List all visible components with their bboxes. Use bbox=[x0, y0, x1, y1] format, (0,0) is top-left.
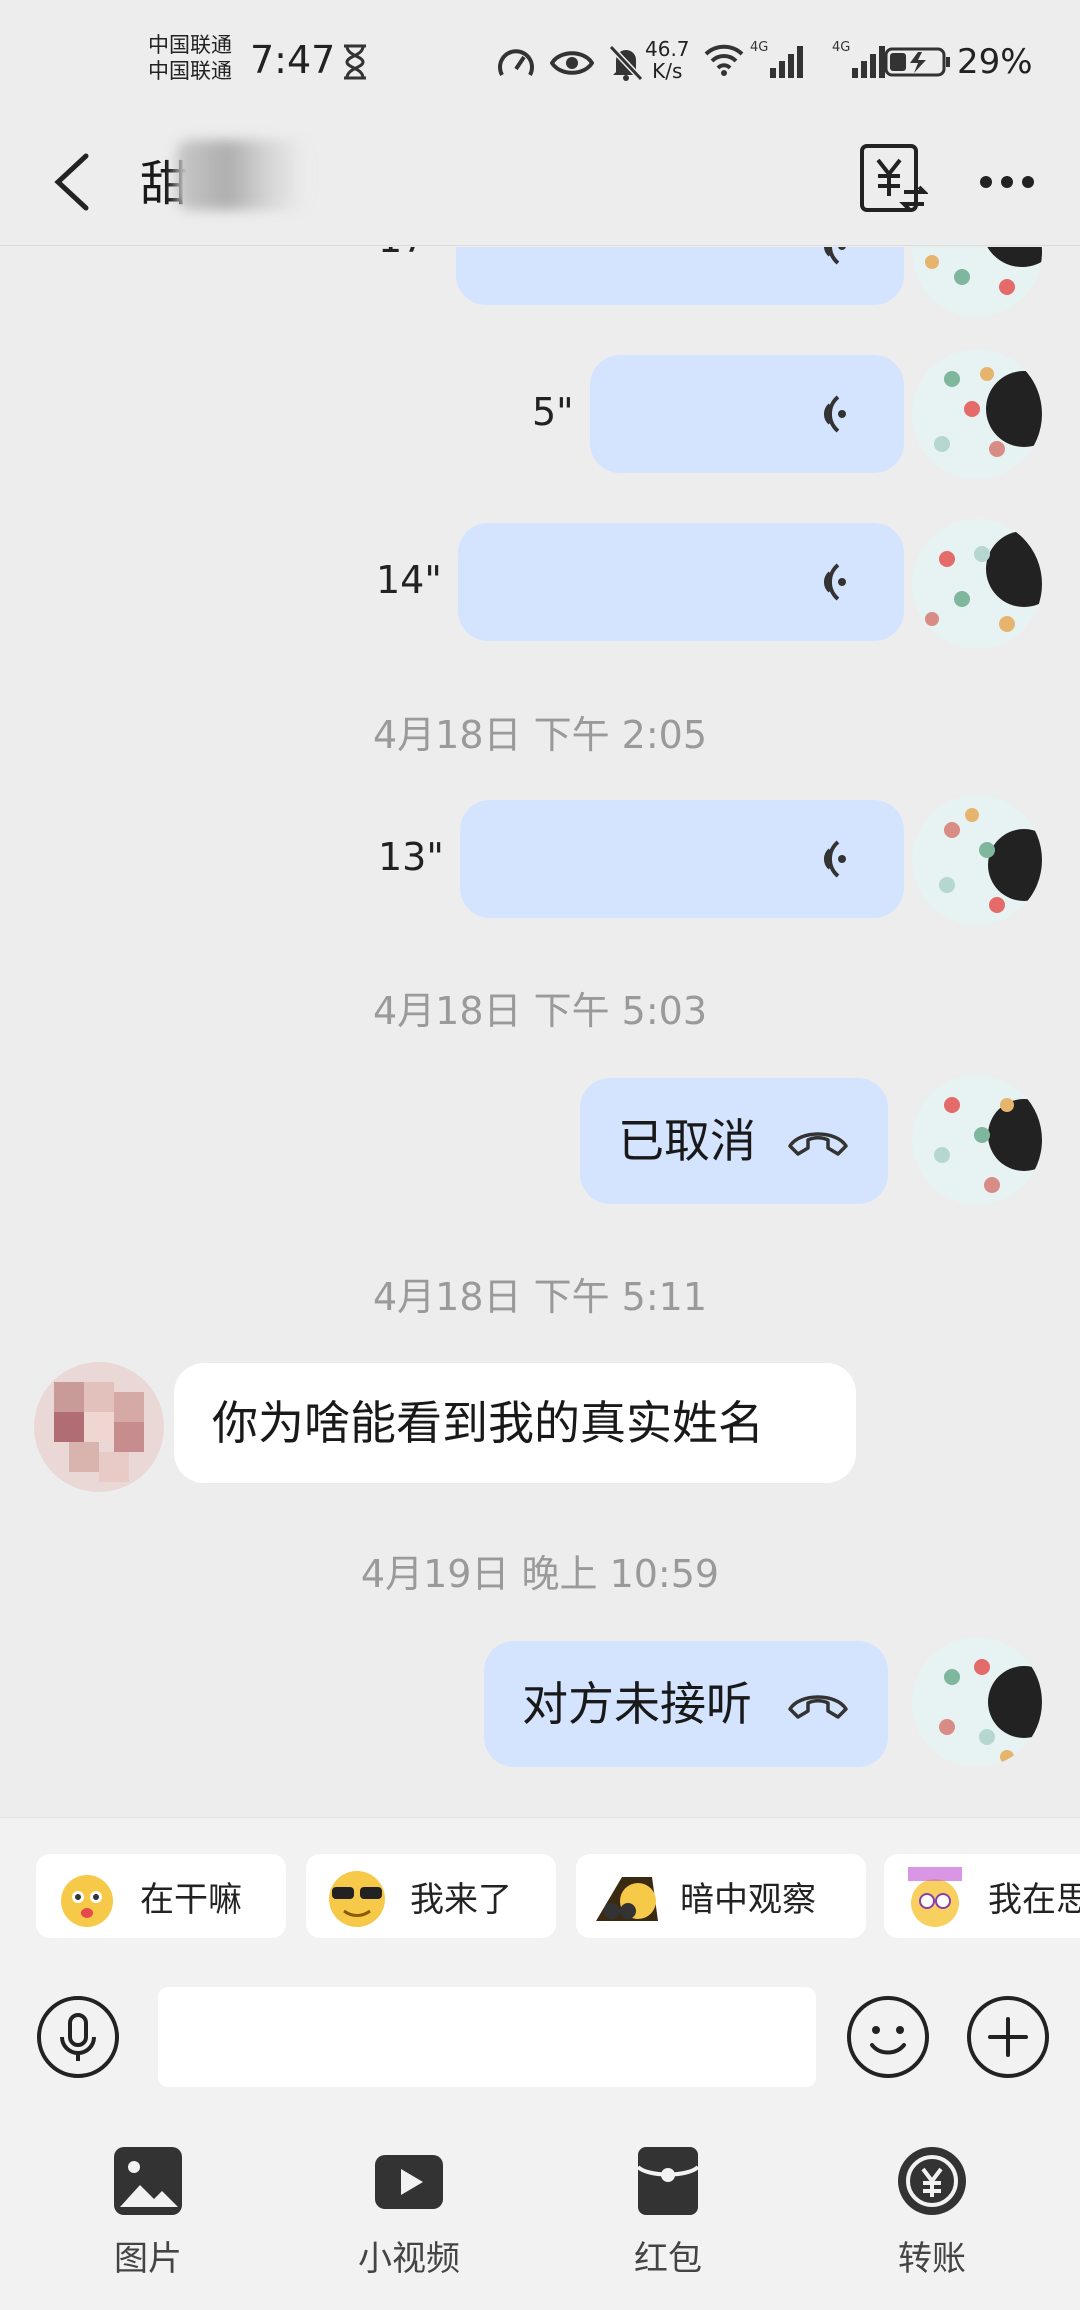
image-icon bbox=[114, 2147, 182, 2215]
tool-panel: 图片 小视频 红包 转账 bbox=[0, 2097, 1080, 2310]
incoming-message-text: 你为啥能看到我的真实姓名 bbox=[212, 1396, 764, 1450]
back-button[interactable] bbox=[44, 142, 104, 222]
my-avatar[interactable] bbox=[912, 519, 1042, 649]
video-icon bbox=[375, 2155, 443, 2209]
voice-duration: 17" bbox=[378, 247, 444, 261]
quick-sticker-chip[interactable]: 暗中观察 bbox=[576, 1854, 866, 1938]
speedometer-icon bbox=[498, 49, 534, 76]
input-bar bbox=[0, 1977, 1080, 2097]
call-record-bubble[interactable]: 已取消 bbox=[580, 1078, 888, 1204]
quick-sticker-chip[interactable]: 在干嘛 bbox=[36, 1854, 286, 1938]
binoculars-peek-emoji bbox=[596, 1877, 658, 1921]
plus-icon[interactable] bbox=[966, 1995, 1050, 2079]
signal-2-tag: 4G bbox=[832, 40, 851, 55]
quick-sticker-label: 我来了 bbox=[410, 1879, 512, 1920]
carrier-1: 中国联通 bbox=[148, 33, 232, 57]
more-dots-icon[interactable] bbox=[978, 164, 1036, 200]
message-timestamp: 4月18日 下午 2:05 bbox=[372, 713, 708, 757]
voice-wave-icon bbox=[823, 395, 846, 433]
my-avatar[interactable] bbox=[912, 1075, 1042, 1205]
bell-off-icon bbox=[608, 44, 644, 82]
eye-icon bbox=[550, 51, 594, 75]
chat-header: 甜 bbox=[0, 120, 1080, 246]
my-avatar[interactable] bbox=[912, 795, 1042, 925]
tool-image[interactable]: 图片 bbox=[78, 2145, 218, 2280]
quick-sticker-chip[interactable]: 我在思考 bbox=[884, 1854, 1080, 1938]
quick-sticker-label: 我在思考 bbox=[988, 1879, 1080, 1920]
quick-sticker-label: 暗中观察 bbox=[680, 1879, 816, 1920]
voice-wave-icon bbox=[824, 247, 846, 265]
message-input[interactable] bbox=[158, 1987, 816, 2087]
microphone-icon[interactable] bbox=[36, 1995, 120, 2079]
tool-label: 图片 bbox=[114, 2239, 182, 2279]
my-avatar[interactable] bbox=[912, 1637, 1042, 1767]
status-bar: 中国联通 中国联通 7:47 46.7 K/s 4G 4G 29% bbox=[0, 0, 1080, 120]
thinking-face-emoji bbox=[908, 1867, 962, 1927]
carrier-names: 中国联通 中国联通 bbox=[148, 32, 232, 84]
voice-message-bubble[interactable] bbox=[460, 800, 904, 918]
signal-icon bbox=[770, 46, 803, 78]
incoming-text-bubble[interactable]: 你为啥能看到我的真实姓名 bbox=[174, 1363, 856, 1483]
my-avatar[interactable] bbox=[912, 247, 1042, 317]
voice-message-bubble[interactable] bbox=[458, 523, 904, 641]
tool-label: 红包 bbox=[634, 2239, 702, 2279]
message-timestamp: 4月18日 下午 5:03 bbox=[372, 989, 708, 1033]
quick-sticker-chip[interactable]: 我来了 bbox=[306, 1854, 556, 1938]
transfer-icon bbox=[898, 2147, 966, 2215]
phone-hangup-icon bbox=[788, 1132, 848, 1156]
phone-hangup-icon bbox=[788, 1695, 848, 1719]
quick-sticker-bar: 在干嘛 我来了 暗中观察 我在思考 bbox=[0, 1817, 1080, 1977]
smiley-icon[interactable] bbox=[846, 1995, 930, 2079]
contact-avatar[interactable] bbox=[34, 1362, 164, 1492]
voice-duration: 14" bbox=[376, 558, 442, 602]
waving-face-emoji bbox=[61, 1875, 113, 1927]
carrier-2: 中国联通 bbox=[148, 59, 232, 83]
tool-red-packet[interactable]: 红包 bbox=[598, 2145, 738, 2280]
status-icons bbox=[496, 38, 644, 88]
title-name-mosaic bbox=[176, 140, 306, 210]
red-packet-icon bbox=[636, 2147, 700, 2215]
tool-label: 小视频 bbox=[358, 2239, 460, 2279]
call-record-text: 对方未接听 bbox=[522, 1677, 752, 1731]
message-timestamp: 4月18日 下午 5:11 bbox=[372, 1275, 708, 1319]
tool-video[interactable]: 小视频 bbox=[339, 2145, 479, 2280]
call-record-text: 已取消 bbox=[618, 1114, 756, 1168]
clock: 7:47 bbox=[250, 38, 336, 82]
tool-transfer[interactable]: 转账 bbox=[862, 2145, 1002, 2280]
voice-duration: 13" bbox=[378, 835, 444, 879]
voice-wave-icon bbox=[823, 840, 846, 878]
battery-charging-icon bbox=[884, 47, 950, 77]
quick-sticker-label: 在干嘛 bbox=[140, 1879, 242, 1920]
message-list[interactable]: 17" 5" 14" 4月18日 下午 2:05 13" bbox=[0, 247, 1080, 1817]
tool-label: 转账 bbox=[898, 2239, 966, 2279]
call-record-bubble[interactable]: 对方未接听 bbox=[484, 1641, 888, 1767]
hourglass-icon bbox=[344, 44, 366, 80]
sunglasses-face-emoji bbox=[329, 1871, 385, 1927]
voice-message-bubble[interactable] bbox=[590, 355, 904, 473]
net-speed: 46.7 K/s bbox=[645, 38, 690, 82]
net-speed-unit: K/s bbox=[652, 59, 683, 83]
voice-message-bubble[interactable] bbox=[456, 247, 904, 305]
battery-level: 29% bbox=[957, 42, 1033, 82]
voice-duration: 5" bbox=[532, 390, 574, 434]
voice-wave-icon bbox=[823, 563, 846, 601]
yuan-transfer-icon[interactable] bbox=[858, 140, 928, 224]
signal-1-tag: 4G bbox=[750, 40, 769, 55]
my-avatar[interactable] bbox=[912, 349, 1042, 479]
net-speed-value: 46.7 bbox=[645, 37, 690, 61]
message-timestamp: 4月19日 晚上 10:59 bbox=[360, 1552, 720, 1596]
wifi-icon bbox=[704, 44, 744, 76]
